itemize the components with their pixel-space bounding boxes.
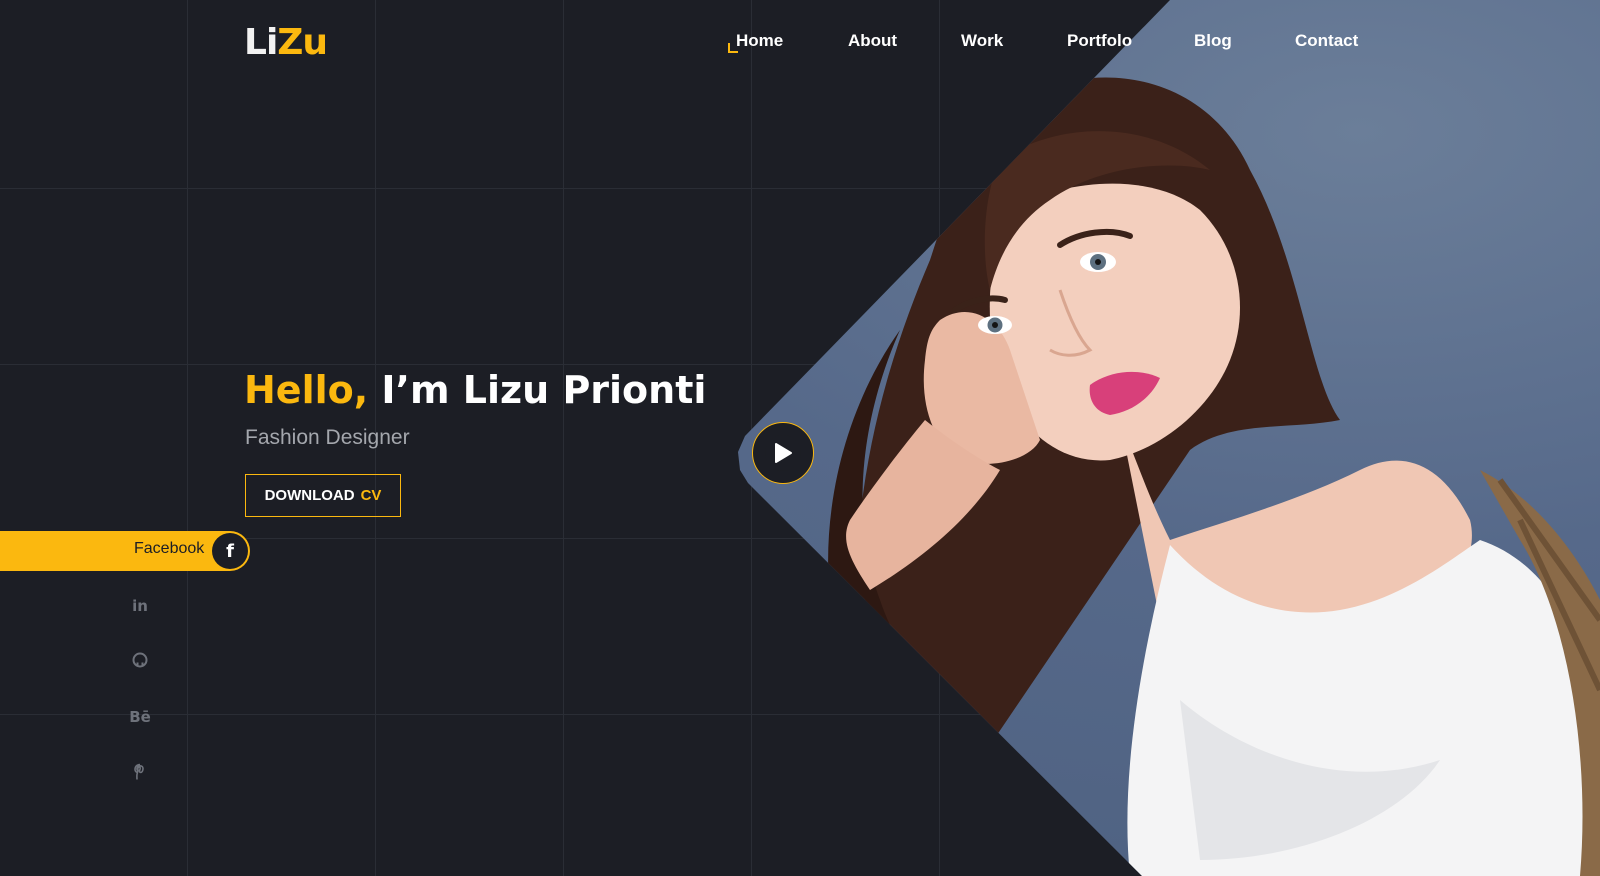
hero-name: I’m Lizu Prionti <box>381 368 707 412</box>
cv-button-accent: CV <box>360 487 382 504</box>
nav-item-portfolio[interactable]: Portfolo <box>1067 31 1132 51</box>
nav-link-home[interactable]: Home <box>736 31 783 50</box>
nav-link-about[interactable]: About <box>848 31 897 50</box>
play-icon <box>765 435 801 471</box>
linkedin-icon[interactable]: in <box>128 597 152 617</box>
active-marker <box>728 43 738 53</box>
logo-part-2: Zu <box>277 22 328 63</box>
nav-item-home[interactable]: Home <box>728 31 783 53</box>
page: LiZu Home About Work Portfolo Blog Conta… <box>0 0 1600 876</box>
nav-link-portfolio[interactable]: Portfolo <box>1067 31 1132 50</box>
hero-subtitle: Fashion Designer <box>245 426 410 449</box>
facebook-label[interactable]: Facebook <box>134 540 204 558</box>
nav-item-contact[interactable]: Contact <box>1295 31 1358 51</box>
play-video-button[interactable] <box>752 422 814 484</box>
hero-greeting: Hello, <box>244 368 369 412</box>
nav-item-work[interactable]: Work <box>961 31 1003 51</box>
nav-link-contact[interactable]: Contact <box>1295 31 1358 50</box>
github-icon[interactable] <box>128 652 152 672</box>
nav-link-blog[interactable]: Blog <box>1194 31 1232 50</box>
pinterest-glyph <box>134 763 144 780</box>
nav-item-about[interactable]: About <box>848 31 897 51</box>
grid-line <box>563 0 564 876</box>
logo-part-1: Li <box>244 22 278 63</box>
cv-button-label: DOWNLOAD <box>264 487 355 504</box>
nav-link-work[interactable]: Work <box>961 31 1003 50</box>
logo[interactable]: LiZu <box>244 22 328 63</box>
grid-line <box>187 0 188 876</box>
pinterest-icon[interactable] <box>128 763 152 783</box>
play-glyph <box>775 443 792 463</box>
nav-item-blog[interactable]: Blog <box>1194 31 1232 51</box>
facebook-icon[interactable]: f <box>212 533 248 569</box>
behance-icon[interactable]: Bē <box>128 708 152 728</box>
github-glyph <box>132 652 148 668</box>
hero-heading: Hello, I’m Lizu Prionti <box>244 368 706 412</box>
download-cv-button[interactable]: DOWNLOAD CV <box>245 474 401 517</box>
